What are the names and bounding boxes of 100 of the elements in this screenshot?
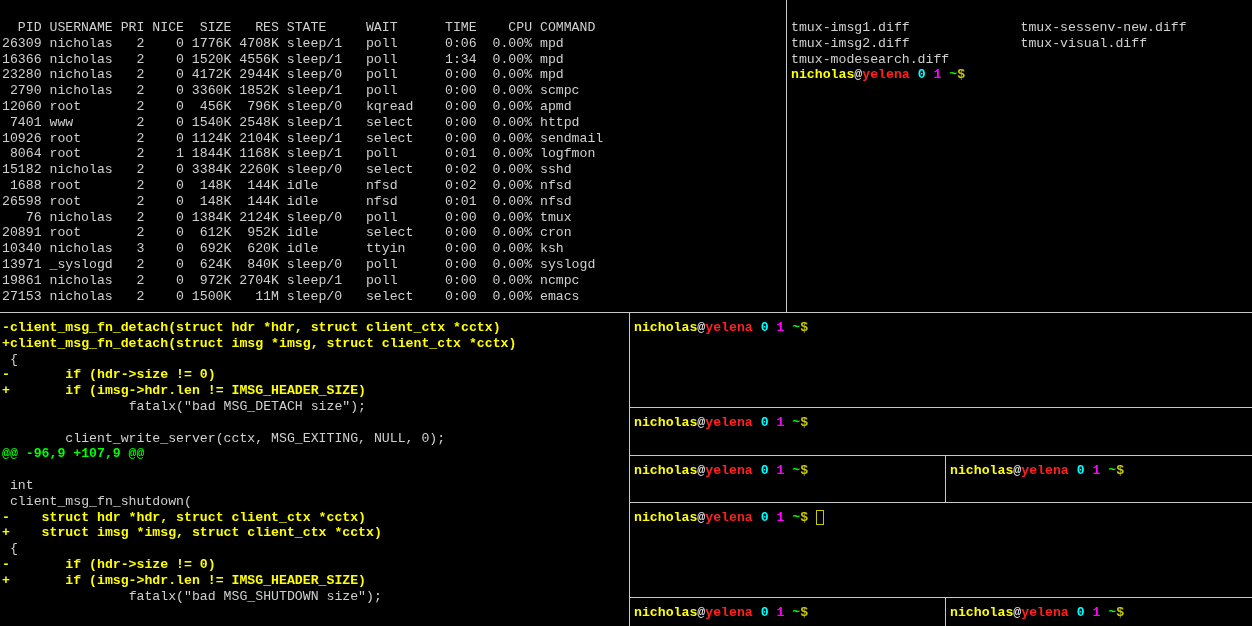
table-cell: 0:06 [445,35,477,52]
table-cell-text: nfsd [539,177,573,194]
table-cell: nicholas [49,241,113,257]
column-header: PID [16,20,42,36]
table-cell-text: logfmon [539,146,597,163]
table-cell-text: 0.00% [491,225,533,242]
table-cell: 2704K [239,272,279,289]
table-cell: 0:02 [445,177,477,194]
table-cell-text: 1 [175,146,184,163]
table-cell-text: sleep/1 [286,35,344,52]
table-cell-text: 148K [198,193,232,210]
file-name: tmux-imsg1.diff [791,20,911,36]
table-cell: 1540K [191,114,232,131]
table-cell: nicholas [49,51,113,68]
table-cell-text: mpd [539,35,565,52]
table-cell: 1384K [191,209,232,226]
table-cell-text: 0 [175,83,184,99]
column-header: COMMAND [539,20,597,36]
shell-prompt: nicholas@yelena 0 1 ~$ [634,320,809,336]
table-cell-text: 0.00% [491,99,533,115]
table-cell-text: 0.00% [491,35,533,52]
column-header: CPU [507,20,533,36]
table-cell-text: 2 [135,114,145,131]
column-header: WAIT [365,20,399,36]
table-cell-text: 0.00% [491,114,533,131]
column-header: SIZE [198,20,232,36]
table-cell-text: idle [286,193,320,210]
table-cell: 10340 [2,241,42,257]
table-cell-text: cron [539,225,573,242]
table-cell-text: 0.00% [491,162,533,178]
table-cell-text: 3 [135,241,145,257]
table-cell-text: sleep/0 [286,209,344,226]
table-cell: 2104K [239,130,279,147]
table-cell: 2548K [239,114,279,131]
table-cell: 10926 [2,130,42,147]
table-cell: 12060 [2,99,42,115]
table-cell-text: 456K [198,99,232,115]
table-cell: 3360K [191,83,232,99]
table-cell: 1500K [191,288,232,305]
table-cell-text: 0.00% [491,288,533,305]
table-cell-text: nfsd [539,193,573,210]
table-cell-text: sleep/1 [286,114,344,131]
table-cell: 0:00 [445,241,477,257]
table-cell-text: 2 [135,177,145,194]
table-cell-text: 8064 [8,146,42,163]
table-cell: 1776K [191,35,232,52]
table-cell-text: www [49,114,75,131]
diff-line: + struct imsg *imsg, struct client_ctx *cctx) [2,525,382,541]
table-cell-text: sleep/0 [286,256,344,273]
table-cell-text: 796K [246,99,279,115]
table-cell-text: 0 [175,51,184,68]
table-cell: nicholas [49,162,113,178]
diff-line: - if (hdr->size != 0) [2,556,216,572]
table-cell: 0:00 [445,83,477,99]
table-cell-text: root [49,99,83,115]
table-cell-text: sleep/1 [286,146,344,163]
table-cell-text: mpd [539,51,565,68]
table-cell: 0:00 [445,67,477,84]
diff-line: { [8,351,18,367]
table-cell-text: root [49,177,83,194]
diff-line: -client_msg_fn_detach(struct hdr *hdr, struct client_ctx *cctx) [2,320,501,335]
shell-prompt: nicholas@yelena 0 1 ~$ [634,510,809,526]
table-cell: 4172K [191,67,232,84]
table-cell: 27153 [2,288,42,305]
table-cell: 0:00 [445,288,477,305]
table-cell-text: select [365,114,415,131]
table-cell-text: 2 [135,272,145,289]
table-cell: 4556K [239,51,279,68]
diff-line: - struct hdr *hdr, struct client_ctx *cctx) [2,509,367,525]
table-cell: 0:00 [445,209,477,226]
table-cell-text: 0 [175,177,184,194]
shell-prompt: nicholas@yelena 0 1 ~$ [791,67,966,84]
diff-line: fatalx("bad MSG_SHUTDOWN size"); [127,588,382,604]
table-cell-text: poll [365,83,399,99]
table-cell-text: 0.00% [491,51,533,68]
diff-line: + if (imsg->hdr.len != IMSG_HEADER_SIZE) [2,572,367,588]
table-cell-text: sleep/0 [286,288,344,305]
table-cell-text: 2 [135,256,145,273]
table-cell-text: poll [365,67,399,84]
table-cell: 0:00 [445,114,477,131]
table-cell-text: emacs [539,288,581,305]
table-cell-text: 0.00% [491,177,533,194]
table-cell-text: 2 [135,288,145,305]
table-cell: nicholas [49,272,113,289]
table-cell-text: 2790 [8,83,42,99]
table-cell-text: 0 [175,114,184,131]
table-cell: 2944K [239,67,279,84]
table-cell-text: 2 [135,67,145,84]
table-cell: 0:00 [445,225,477,242]
table-cell-text: ttyin [365,241,407,257]
shell-prompt: nicholas@yelena 0 1 ~$ [634,463,809,479]
table-cell: 4708K [239,35,279,52]
table-cell: 2124K [239,209,279,226]
table-cell-text: 692K [198,241,232,257]
table-cell-text: scmpc [539,83,581,99]
table-cell-text: sleep/1 [286,51,344,68]
table-cell-text: idle [286,225,320,242]
table-cell-text: root [49,225,83,242]
diff-line: { [8,541,18,557]
table-cell-text: select [365,162,415,178]
